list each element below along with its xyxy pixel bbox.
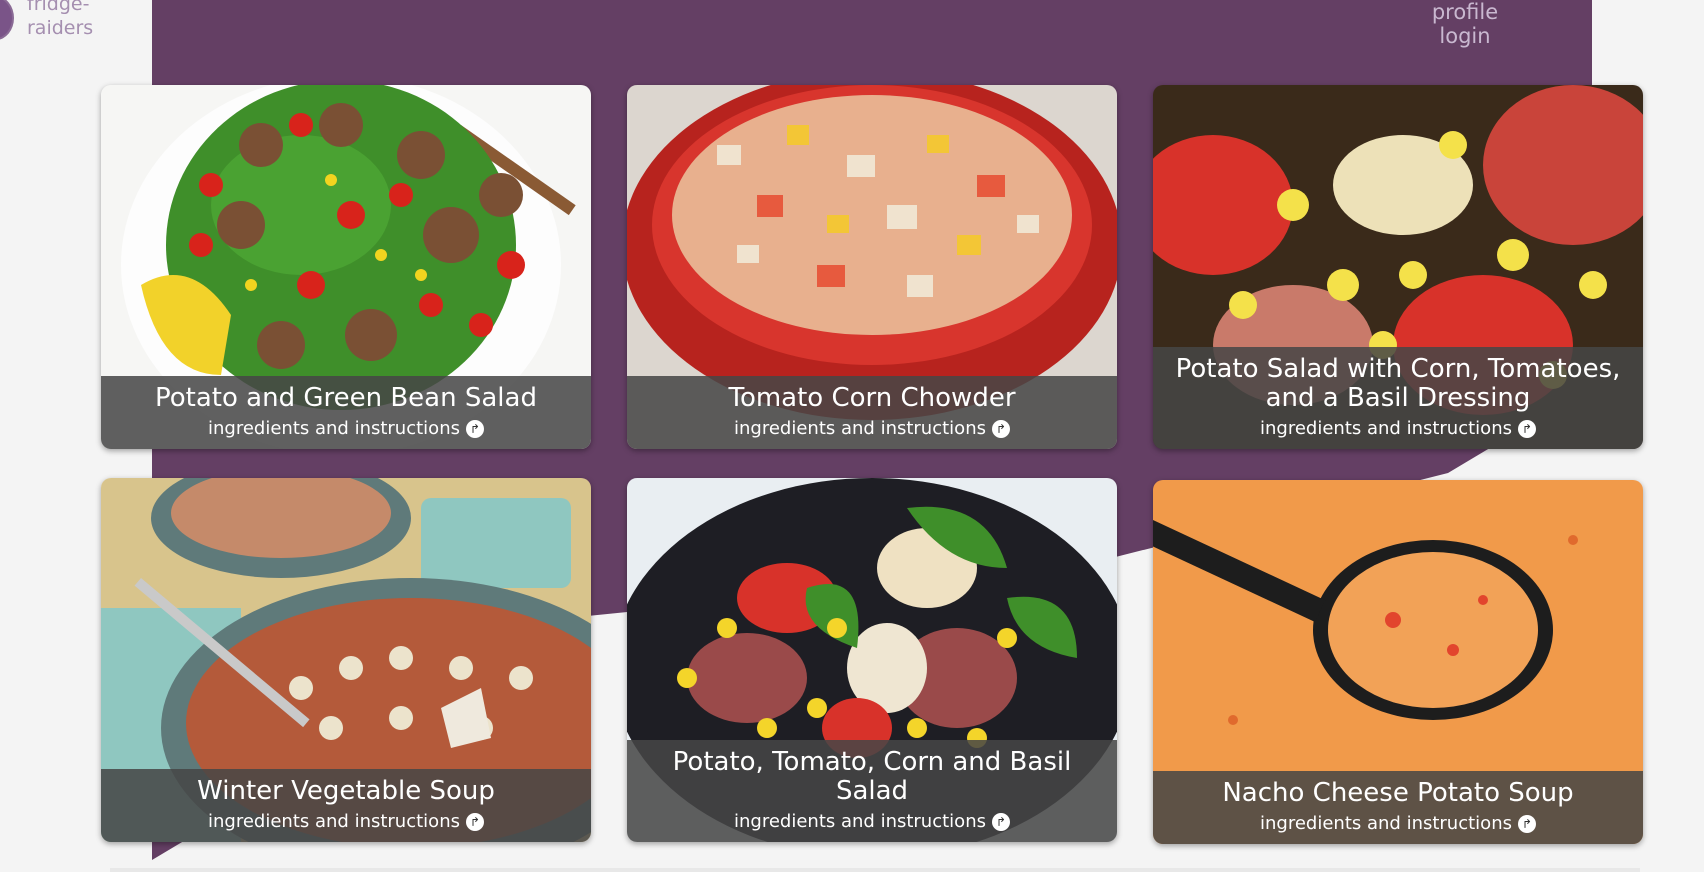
- recipe-card[interactable]: Nacho Cheese Potato Soup ingredients and…: [1153, 480, 1643, 844]
- recipe-caption: Potato Salad with Corn, Tomatoes, and a …: [1153, 347, 1643, 449]
- recipe-link-label: ingredients and instructions: [208, 418, 460, 439]
- brand-line-1: fridge-: [27, 0, 90, 15]
- recipe-link[interactable]: ingredients and instructions ↱: [208, 810, 484, 834]
- brand-line-2: raiders: [27, 17, 94, 39]
- recipe-link[interactable]: ingredients and instructions ↱: [208, 417, 484, 441]
- recipe-link[interactable]: ingredients and instructions ↱: [1260, 812, 1536, 836]
- recipe-link[interactable]: ingredients and instructions ↱: [734, 417, 1010, 441]
- recipe-caption: Tomato Corn Chowder ingredients and inst…: [627, 376, 1117, 449]
- recipe-title: Potato and Green Bean Salad: [155, 383, 537, 413]
- recipe-card[interactable]: Potato Salad with Corn, Tomatoes, and a …: [1153, 85, 1643, 449]
- recipe-title: Potato Salad with Corn, Tomatoes, and a …: [1175, 354, 1621, 413]
- arrow-icon: ↱: [991, 420, 1010, 438]
- recipe-caption: Nacho Cheese Potato Soup ingredients and…: [1153, 771, 1643, 844]
- recipe-card[interactable]: Tomato Corn Chowder ingredients and inst…: [627, 85, 1117, 449]
- arrow-icon: ↱: [465, 420, 484, 438]
- recipe-card[interactable]: Potato and Green Bean Salad ingredients …: [101, 85, 591, 449]
- recipe-link-label: ingredients and instructions: [1260, 418, 1512, 439]
- recipe-title: Potato, Tomato, Corn and Basil Salad: [672, 747, 1072, 806]
- recipe-link-label: ingredients and instructions: [208, 811, 460, 832]
- recipe-title: Tomato Corn Chowder: [728, 383, 1016, 413]
- top-nav: profile login: [1410, 0, 1520, 48]
- recipe-title: Nacho Cheese Potato Soup: [1222, 778, 1574, 808]
- recipe-card[interactable]: Winter Vegetable Soup ingredients and in…: [101, 478, 591, 842]
- recipe-link-label: ingredients and instructions: [1260, 813, 1512, 834]
- arrow-icon: ↱: [1517, 420, 1536, 438]
- arrow-icon: ↱: [991, 813, 1010, 831]
- recipe-title: Winter Vegetable Soup: [197, 776, 495, 806]
- brand-logo-text[interactable]: fridge- raiders: [27, 0, 117, 40]
- recipe-link-label: ingredients and instructions: [734, 811, 986, 832]
- header-banner: [152, 0, 1592, 85]
- arrow-icon: ↱: [465, 813, 484, 831]
- recipe-link[interactable]: ingredients and instructions ↱: [734, 810, 1010, 834]
- arrow-icon: ↱: [1517, 815, 1536, 833]
- nav-profile-link[interactable]: profile: [1410, 0, 1520, 24]
- nav-login-link[interactable]: login: [1410, 24, 1520, 48]
- logo-icon[interactable]: [0, 0, 14, 40]
- divider: [110, 868, 1640, 872]
- recipe-card[interactable]: Potato, Tomato, Corn and Basil Salad ing…: [627, 478, 1117, 842]
- recipe-caption: Potato, Tomato, Corn and Basil Salad ing…: [627, 740, 1117, 842]
- recipe-caption: Potato and Green Bean Salad ingredients …: [101, 376, 591, 449]
- recipe-caption: Winter Vegetable Soup ingredients and in…: [101, 769, 591, 842]
- recipe-link[interactable]: ingredients and instructions ↱: [1260, 417, 1536, 441]
- recipe-link-label: ingredients and instructions: [734, 418, 986, 439]
